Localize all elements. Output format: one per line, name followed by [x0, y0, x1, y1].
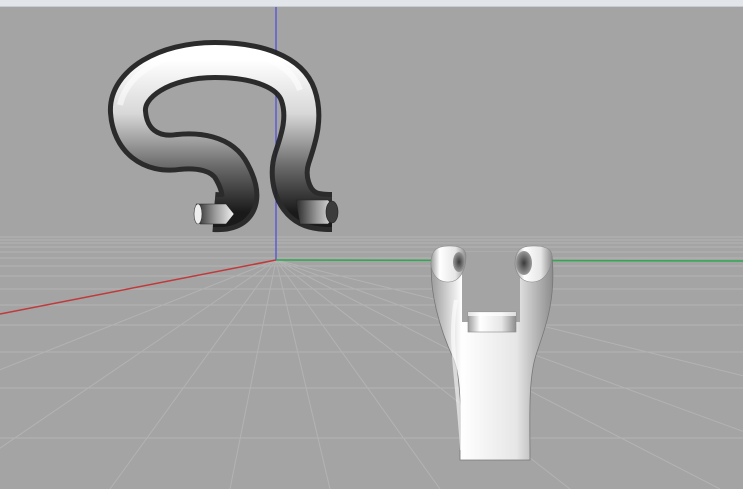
viewport-canvas[interactable] — [0, 7, 743, 489]
3d-viewport-perspective[interactable] — [0, 7, 743, 489]
app-window — [0, 0, 743, 489]
viewport-title-bar — [0, 0, 743, 7]
viewport-background — [0, 7, 743, 489]
